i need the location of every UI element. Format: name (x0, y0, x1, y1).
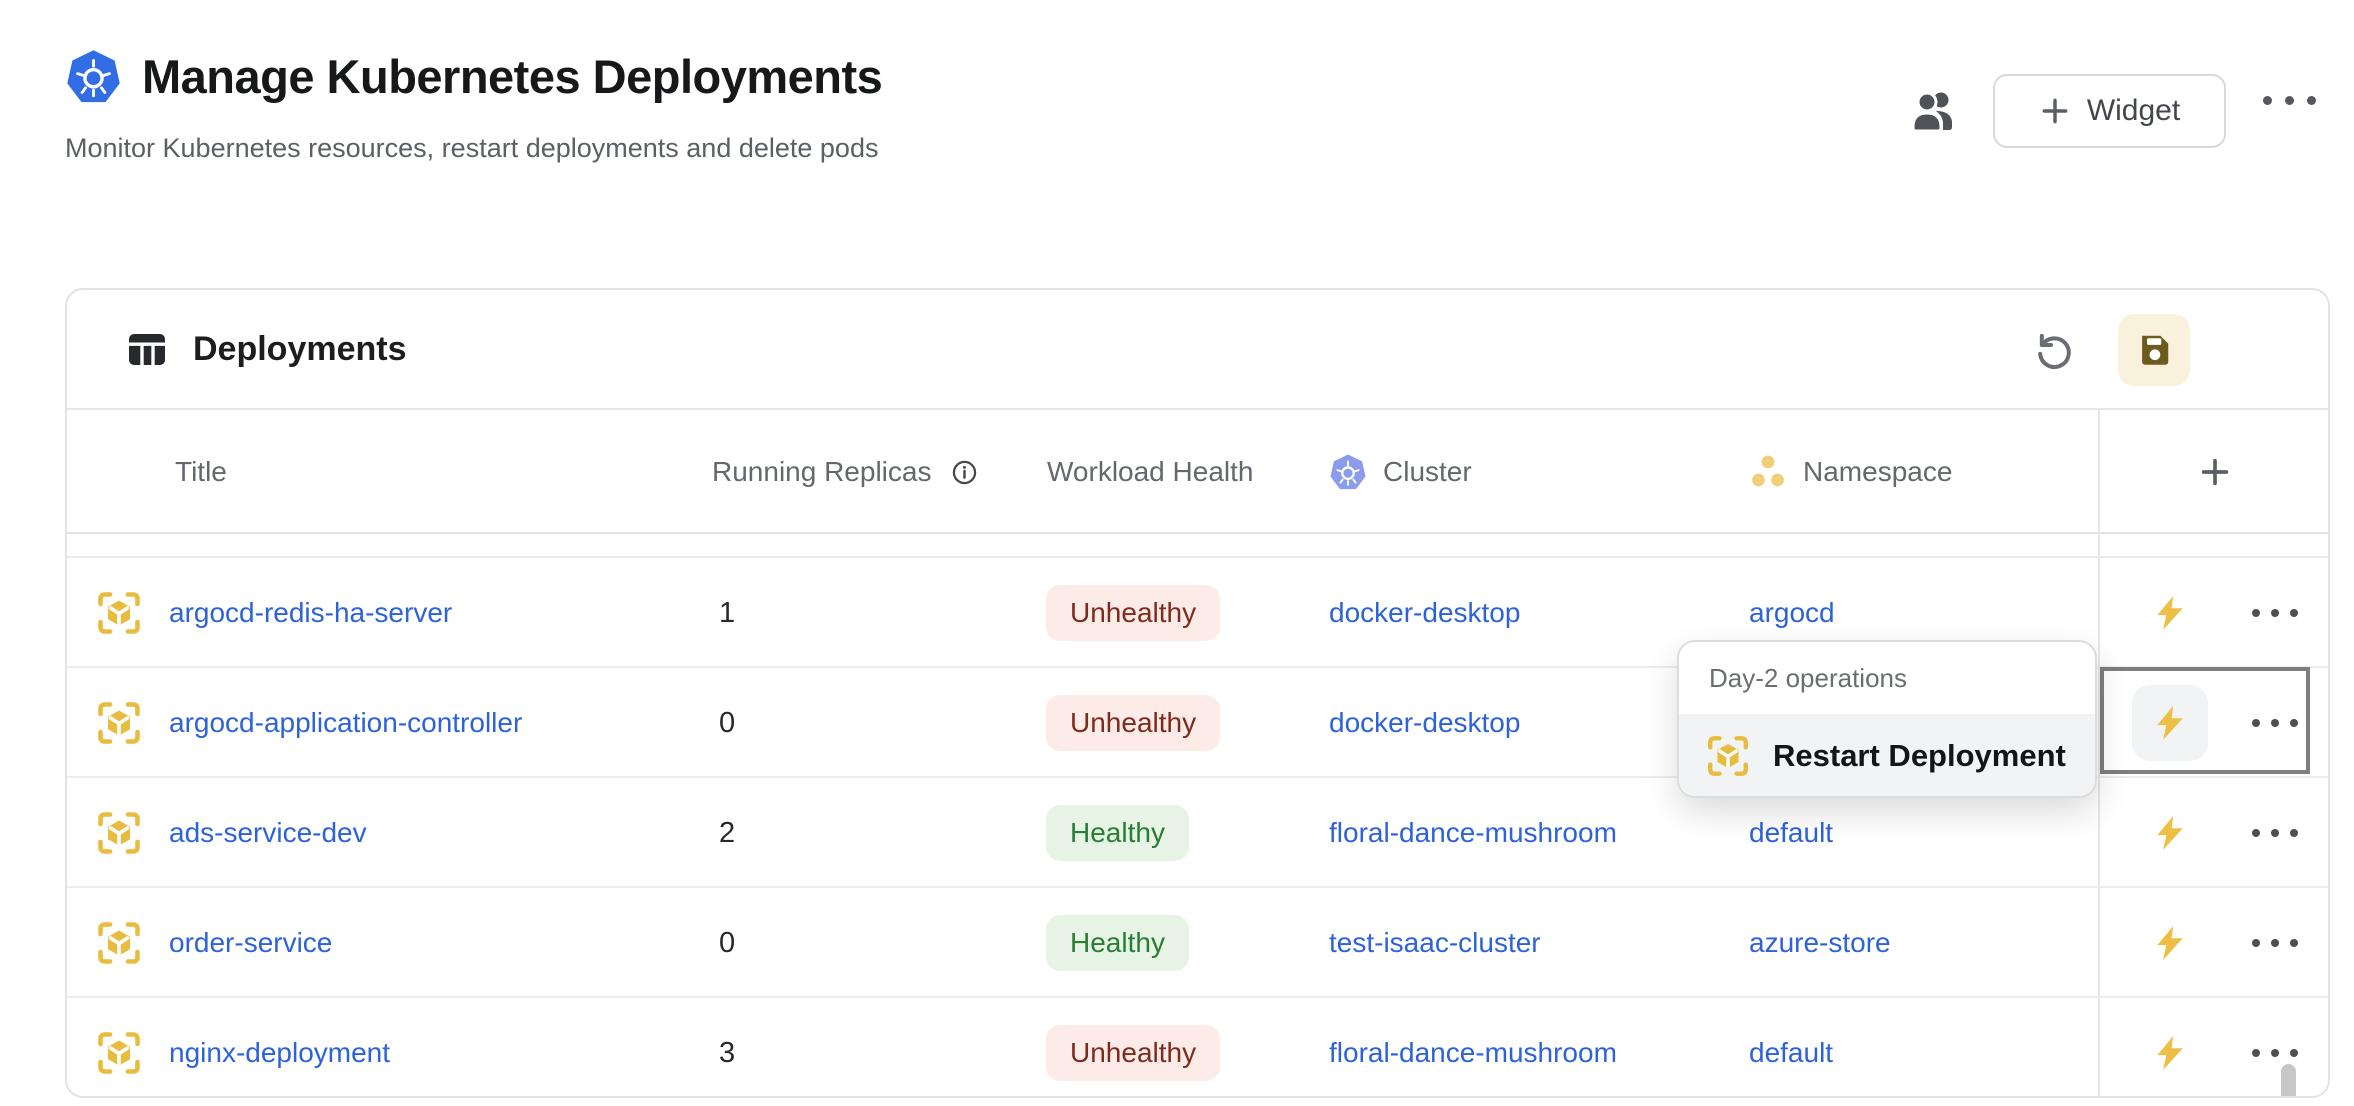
deployment-icon (1705, 733, 1751, 779)
deployment-icon (95, 919, 143, 967)
replicas-value: 0 (719, 668, 735, 778)
row-more-menu[interactable] (2252, 719, 2298, 727)
page-subtitle: Monitor Kubernetes resources, restart de… (65, 133, 882, 164)
health-badge: Unhealthy (1046, 695, 1220, 751)
deployment-title-link[interactable]: argocd-redis-ha-server (169, 597, 452, 629)
column-header-health[interactable]: Workload Health (1047, 410, 1253, 534)
save-icon (2135, 331, 2173, 369)
cluster-link[interactable]: docker-desktop (1329, 597, 1520, 629)
deployment-icon (95, 699, 143, 747)
popup-header: Day-2 operations (1679, 642, 2095, 714)
add-column-button[interactable] (2098, 410, 2330, 534)
vertical-scrollbar[interactable] (2281, 1064, 2296, 1096)
lightning-icon (2152, 925, 2188, 961)
table-row: order-service 0 Healthy test-isaac-clust… (67, 888, 2328, 998)
kubernetes-icon (65, 48, 122, 105)
replicas-value: 2 (719, 778, 735, 888)
deployment-icon (95, 1029, 143, 1077)
health-badge: Healthy (1046, 805, 1189, 861)
namespace-icon (1749, 453, 1787, 491)
row-more-menu[interactable] (2252, 1049, 2298, 1057)
deployment-icon (95, 809, 143, 857)
save-button[interactable] (2118, 314, 2190, 386)
cluster-link[interactable]: docker-desktop (1329, 707, 1520, 739)
deployment-title-link[interactable]: nginx-deployment (169, 1037, 390, 1069)
row-more-menu[interactable] (2252, 829, 2298, 837)
deployment-title-link[interactable]: argocd-application-controller (169, 707, 522, 739)
restart-deployment-label: Restart Deployment (1773, 738, 2066, 774)
table-header-row: Title Running Replicas Workload Health C… (67, 410, 2328, 534)
lightning-icon (2152, 815, 2188, 851)
cluster-link[interactable]: test-isaac-cluster (1329, 927, 1541, 959)
day2-operations-popup: Day-2 operations Restart Deployment (1677, 640, 2097, 798)
run-action-button[interactable] (2132, 575, 2208, 651)
cluster-icon (1329, 453, 1367, 491)
replicas-value: 0 (719, 888, 735, 998)
page-more-menu[interactable] (2263, 96, 2316, 105)
column-header-cluster[interactable]: Cluster (1329, 410, 1472, 534)
health-badge: Unhealthy (1046, 585, 1220, 641)
column-header-namespace[interactable]: Namespace (1749, 410, 1952, 534)
page-title: Manage Kubernetes Deployments (142, 49, 882, 104)
health-badge: Unhealthy (1046, 1025, 1220, 1081)
row-more-menu[interactable] (2252, 939, 2298, 947)
actions-column-divider (2098, 410, 2100, 1096)
cluster-link[interactable]: floral-dance-mushroom (1329, 1037, 1617, 1069)
info-icon (951, 459, 978, 486)
page-header: Manage Kubernetes Deployments Monitor Ku… (65, 48, 882, 164)
deployment-title-link[interactable]: ads-service-dev (169, 817, 367, 849)
run-action-button[interactable] (2132, 1015, 2208, 1091)
add-widget-label: Widget (2087, 94, 2180, 128)
plus-icon (2039, 95, 2071, 127)
table-row: nginx-deployment 3 Unhealthy floral-danc… (67, 998, 2328, 1098)
namespace-link[interactable]: azure-store (1749, 927, 1891, 959)
people-icon[interactable] (1911, 89, 1959, 133)
widget-title: Deployments (193, 330, 407, 369)
replicas-value: 1 (719, 558, 735, 668)
deployment-icon (95, 589, 143, 637)
lightning-icon (2152, 1035, 2188, 1071)
namespace-link[interactable]: default (1749, 1037, 1833, 1069)
run-action-button[interactable] (2132, 795, 2208, 871)
app-screen: Manage Kubernetes Deployments Monitor Ku… (0, 0, 2354, 1106)
run-action-button[interactable] (2132, 905, 2208, 981)
header-actions: Widget (1911, 74, 2226, 148)
partially-scrolled-row (67, 534, 2328, 558)
lightning-icon (2152, 705, 2188, 741)
column-header-replicas[interactable]: Running Replicas (712, 410, 978, 534)
undo-icon[interactable] (2036, 330, 2076, 370)
lightning-icon (2152, 595, 2188, 631)
namespace-link[interactable]: default (1749, 817, 1833, 849)
row-more-menu[interactable] (2252, 609, 2298, 617)
add-widget-button[interactable]: Widget (1993, 74, 2226, 148)
plus-icon (2198, 455, 2232, 489)
column-header-title[interactable]: Title (175, 410, 227, 534)
run-action-button[interactable] (2132, 685, 2208, 761)
namespace-link[interactable]: argocd (1749, 597, 1835, 629)
table-icon (127, 329, 167, 369)
cluster-link[interactable]: floral-dance-mushroom (1329, 817, 1617, 849)
replicas-value: 3 (719, 998, 735, 1098)
widget-card-header: Deployments (67, 290, 2328, 410)
health-badge: Healthy (1046, 915, 1189, 971)
restart-deployment-menu-item[interactable]: Restart Deployment (1679, 714, 2095, 798)
deployment-title-link[interactable]: order-service (169, 927, 332, 959)
